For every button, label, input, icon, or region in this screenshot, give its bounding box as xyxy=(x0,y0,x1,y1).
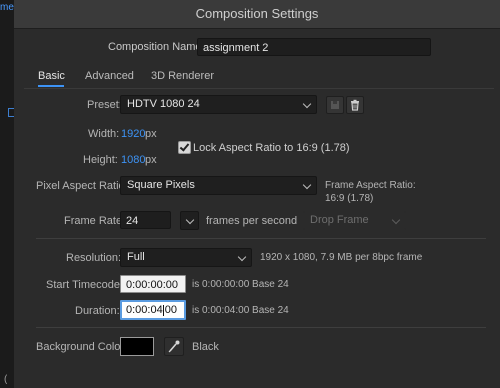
pixel-aspect-value: Square Pixels xyxy=(127,179,195,191)
background-color-swatch[interactable] xyxy=(120,337,154,356)
lock-aspect-label[interactable]: Lock Aspect Ratio to 16:9 (1.78) xyxy=(193,142,350,154)
duration-input[interactable]: 0:00:04 00 xyxy=(120,300,186,320)
eyedropper-button[interactable] xyxy=(164,337,184,356)
frame-rate-label: Frame Rate: xyxy=(64,215,126,227)
chevron-down-icon xyxy=(185,215,195,225)
resolution-value: Full xyxy=(127,251,145,263)
frame-aspect-value: 16:9 (1.78) xyxy=(325,193,374,204)
frame-rate-dropdown[interactable] xyxy=(180,211,199,230)
tab-advanced[interactable]: Advanced xyxy=(85,70,134,82)
composition-name-input[interactable]: assignment 2 xyxy=(197,38,431,56)
background-color-label: Background Color: xyxy=(36,341,128,353)
save-preset-icon xyxy=(331,101,339,109)
eyedropper-icon xyxy=(168,340,180,353)
dialog-titlebar[interactable]: Composition Settings xyxy=(14,0,500,29)
pixel-aspect-label: Pixel Aspect Ratio: xyxy=(36,180,128,192)
preset-label: Preset: xyxy=(87,99,122,111)
start-timecode-input[interactable]: 0:00:00:00 xyxy=(120,275,186,293)
duration-info: is 0:00:04:00 Base 24 xyxy=(192,305,289,316)
chevron-down-icon xyxy=(302,99,312,109)
height-unit: px xyxy=(145,154,157,166)
active-tab-indicator xyxy=(38,85,64,87)
frame-rate-input[interactable]: 24 xyxy=(120,211,171,229)
chevron-down-icon xyxy=(391,215,401,225)
tab-basic[interactable]: Basic xyxy=(38,70,65,82)
drop-frame-value: Drop Frame xyxy=(310,214,369,226)
resolution-info: 1920 x 1080, 7.9 MB per 8bpc frame xyxy=(260,252,423,263)
dialog-title: Composition Settings xyxy=(195,6,319,21)
resolution-dropdown[interactable]: Full xyxy=(120,248,252,267)
screen: mene ( Composition Settings Composition … xyxy=(0,0,500,388)
width-value[interactable]: 1920 xyxy=(121,128,145,140)
resolution-label: Resolution: xyxy=(66,252,122,264)
chevron-down-icon xyxy=(302,180,312,190)
trash-icon xyxy=(351,99,359,111)
composition-settings-dialog: Composition Settings Composition Name: a… xyxy=(14,0,500,388)
preset-dropdown[interactable]: HDTV 1080 24 xyxy=(120,95,317,114)
duration-label: Duration: xyxy=(75,305,120,317)
delete-preset-button[interactable] xyxy=(346,96,364,114)
duration-value-part: 0:00:04 xyxy=(126,304,163,316)
width-label: Width: xyxy=(88,128,120,140)
duration-value-rest: 00 xyxy=(164,304,177,316)
lock-aspect-checkbox[interactable] xyxy=(178,141,191,154)
frame-rate-unit: frames per second xyxy=(206,215,298,227)
width-unit: px xyxy=(145,128,157,140)
tab-3d-renderer[interactable]: 3D Renderer xyxy=(151,70,214,82)
height-label: Height: xyxy=(83,154,118,166)
background-color-name: Black xyxy=(192,341,219,353)
preset-value: HDTV 1080 24 xyxy=(127,98,200,110)
drop-frame-dropdown: Drop Frame xyxy=(303,211,406,230)
pixel-aspect-dropdown[interactable]: Square Pixels xyxy=(120,176,317,195)
save-preset-button[interactable] xyxy=(326,96,344,114)
start-timecode-info: is 0:00:00:00 Base 24 xyxy=(192,279,289,290)
start-timecode-label: Start Timecode: xyxy=(46,279,124,291)
section-divider xyxy=(36,327,486,328)
composition-name-label: Composition Name: xyxy=(108,41,205,53)
frame-aspect-label: Frame Aspect Ratio: xyxy=(325,180,416,191)
chevron-down-icon xyxy=(237,252,247,262)
background-app-text-bottom: ( xyxy=(4,374,8,385)
height-value[interactable]: 1080 xyxy=(121,154,145,166)
section-divider xyxy=(36,238,486,239)
